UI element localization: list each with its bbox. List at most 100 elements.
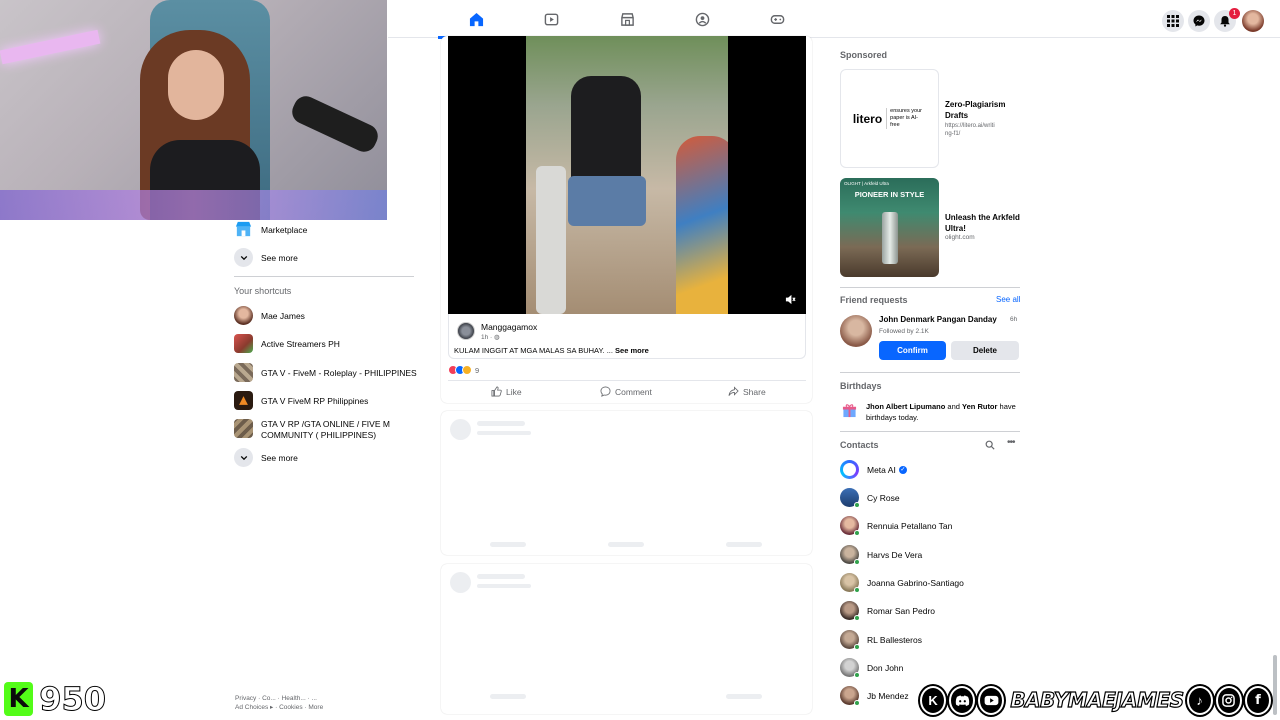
birthday-text: Jhon Albert Lipumano and Yen Rutor have … (866, 401, 1021, 423)
sidebar-item-marketplace[interactable]: Marketplace (234, 220, 307, 239)
more-options-icon[interactable]: ••• (1007, 437, 1015, 448)
ad-item[interactable]: OLIGHT | Arkfeld Ultra PIONEER IN STYLE … (840, 178, 1020, 278)
footer-line: Privacy · Co... · Health... · ... (235, 695, 317, 702)
loading-line (477, 431, 531, 435)
comment-button[interactable]: Comment (600, 386, 680, 397)
shortcut-item[interactable]: GTA V - FiveM - Roleplay - PHILIPPINES (234, 363, 417, 382)
streamer-face (168, 50, 224, 120)
shortcut-item[interactable]: GTA V FiveM RP Philippines (234, 391, 368, 410)
shortcut-item[interactable]: GTA V RP /GTA ONLINE / FIVE M COMMUNITY … (234, 419, 411, 441)
online-indicator (854, 559, 860, 565)
confirm-button[interactable]: Confirm (879, 341, 946, 360)
sidebar-see-more-button[interactable]: See more (234, 248, 298, 267)
search-icon[interactable] (985, 440, 995, 450)
menu-button[interactable] (1162, 10, 1184, 32)
contact-avatar (840, 545, 860, 565)
loading-action (490, 542, 526, 547)
friend-request-age: 6h (1010, 316, 1018, 323)
marketplace-icon (620, 12, 634, 26)
notification-badge: 1 (1229, 8, 1240, 19)
facebook-icon: f (1244, 685, 1271, 715)
loading-action (726, 542, 762, 547)
kick-logo-icon: K (4, 682, 34, 716)
ad-image: OLIGHT | Arkfeld Ultra PIONEER IN STYLE (840, 178, 939, 277)
birthday-person[interactable]: Jhon Albert Lipumano (866, 402, 945, 411)
video-person-man (676, 136, 728, 314)
contact-avatar (840, 686, 860, 706)
tab-marketplace[interactable] (589, 0, 665, 38)
online-indicator (854, 615, 860, 621)
contact-item[interactable]: Don John (840, 658, 904, 678)
loading-avatar (450, 572, 471, 593)
online-indicator (854, 530, 860, 536)
post-actions-divider (448, 380, 806, 381)
video-icon (544, 13, 558, 25)
profile-avatar[interactable] (1242, 10, 1264, 32)
contact-avatar (840, 516, 860, 536)
ad-product-image (882, 212, 898, 264)
contact-name: Joanna Gabrino-Santiago (867, 577, 964, 588)
contact-item[interactable]: Joanna Gabrino-Santiago (840, 573, 964, 593)
post-author-name[interactable]: Manggagamox (481, 322, 537, 332)
ad-logo-text: litero (852, 111, 883, 126)
verified-badge-icon: ✓ (898, 465, 907, 474)
tab-video[interactable] (513, 0, 589, 38)
ad-logo-tagline: ensures your paper is AI-free (886, 108, 926, 129)
birthday-person[interactable]: Yen Rutor (962, 402, 997, 411)
see-more-label: See more (261, 252, 298, 263)
volume-muted-icon[interactable] (785, 294, 796, 305)
contact-item[interactable]: Romar San Pedro (840, 601, 936, 621)
post-see-more-link[interactable]: See more (615, 346, 649, 355)
delete-button[interactable]: Delete (951, 341, 1019, 360)
like-button[interactable]: Like (491, 386, 551, 397)
footer-ad-choices[interactable]: Ad Choices (235, 704, 268, 711)
like-label: Like (506, 386, 522, 397)
reactions-summary[interactable]: 9 (448, 365, 479, 375)
tab-home[interactable] (438, 0, 514, 39)
messenger-button[interactable] (1188, 10, 1210, 32)
share-icon (728, 386, 739, 396)
video-person-woman-skirt (568, 176, 646, 226)
contact-name: Rennuia Petallano Tan (867, 520, 953, 531)
contact-name: RL Ballesteros (867, 634, 922, 645)
footer-cookies[interactable]: Cookies (279, 704, 302, 711)
ad-url: olight.com (945, 234, 975, 241)
ad-item[interactable]: litero ensures your paper is AI-free Zer… (840, 69, 1020, 169)
ad-product-name: Arkfeld Ultra (864, 181, 889, 186)
social-handle: BABYMAEJAMES (1010, 687, 1185, 712)
video-chair (536, 166, 566, 314)
video-person-woman (571, 76, 641, 186)
friend-request-mutual: Followed by 2.1K (879, 328, 929, 335)
loading-line (477, 421, 525, 426)
contact-item[interactable]: RL Ballesteros (840, 630, 922, 650)
gift-icon (842, 404, 857, 418)
birthdays-title: Birthdays (840, 381, 882, 391)
webcam-overlay (0, 0, 387, 220)
contacts-title: Contacts (840, 440, 879, 450)
friend-request-avatar[interactable] (840, 315, 872, 347)
shortcut-item[interactable]: Active Streamers PH (234, 334, 340, 353)
footer-more[interactable]: More (308, 704, 323, 711)
chevron-down-icon (234, 248, 253, 267)
share-button[interactable]: Share (728, 386, 788, 397)
shortcuts-see-more-button[interactable]: See more (234, 448, 298, 467)
contact-item[interactable]: Jb Mendez (840, 686, 909, 706)
post-video[interactable] (448, 36, 806, 314)
contact-item[interactable]: Harvs De Vera (840, 545, 922, 565)
desk-glow (0, 190, 387, 220)
tiktok-icon: ♪ (1186, 685, 1213, 715)
tab-gaming[interactable] (739, 0, 815, 38)
see-all-link[interactable]: See all (996, 295, 1020, 304)
contact-name: Romar San Pedro (867, 605, 936, 616)
post-author-avatar[interactable] (457, 322, 475, 340)
contact-avatar (840, 573, 860, 593)
shortcut-avatar (234, 419, 253, 438)
contact-item[interactable]: Rennuia Petallano Tan (840, 516, 953, 536)
contact-item[interactable]: Meta AI ✓ (840, 460, 907, 479)
contact-name: Don John (867, 662, 904, 673)
ad-url: https://litero.ai/writing-f1/ (945, 123, 995, 137)
tab-groups[interactable] (664, 0, 740, 38)
shortcut-item[interactable]: Mae James (234, 306, 305, 325)
contact-item[interactable]: Cy Rose (840, 488, 900, 508)
friend-request-name[interactable]: John Denmark Pangan Danday (879, 315, 997, 324)
